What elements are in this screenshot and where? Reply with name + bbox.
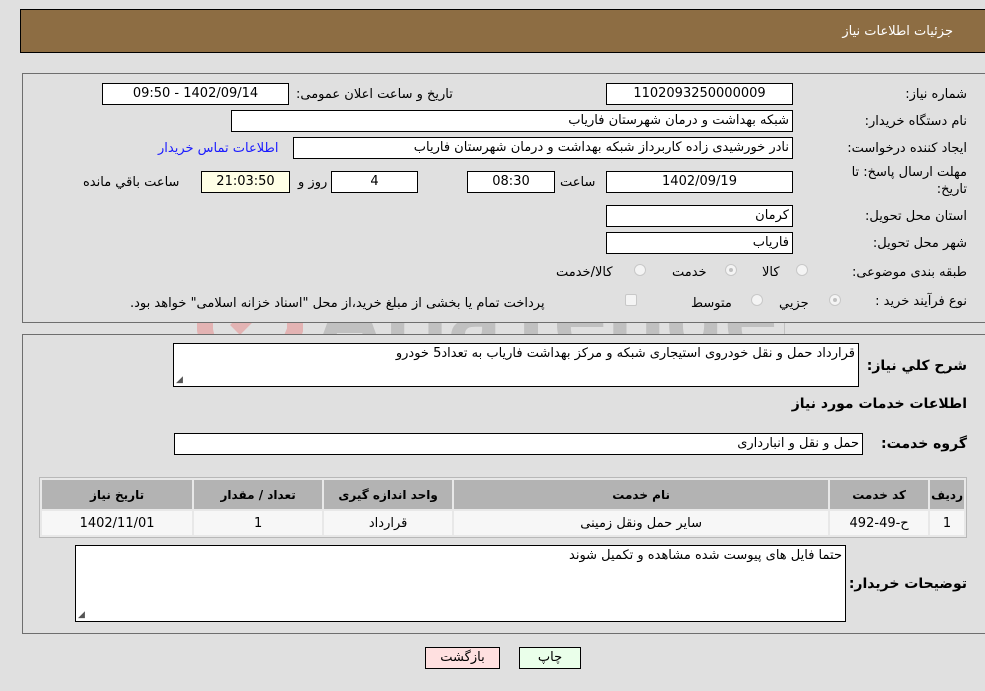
category-label: طبقه بندی موضوعی: [851,265,967,280]
buyer-notes-textarea[interactable]: حتما فایل های پیوست شده مشاهده و تکمیل ش… [75,545,846,622]
col-header-row-number: ردیف [930,480,964,509]
purchase-type-option-minor: جزيي [779,296,809,311]
print-button[interactable]: چاپ [519,647,581,669]
deadline-label-line2: تاریخ: [936,182,967,197]
announce-datetime-label: تاریخ و ساعت اعلان عمومی: [296,87,453,102]
cell-service-name: سایر حمل ونقل زمینی [454,511,829,535]
purchase-type-label: نوع فرآیند خرید : [875,294,967,309]
deadline-date-field: 1402/09/19 [606,171,793,193]
province-field: کرمان [606,205,793,227]
treasury-note: پرداخت تمام یا بخشی از مبلغ خرید،از محل … [130,296,545,311]
purchase-type-radio-minor[interactable] [829,294,841,306]
requester-field: نادر خورشیدی زاده کاربرداز شبکه بهداشت و… [293,137,793,159]
buyer-org-label: نام دستگاه خریدار: [864,114,967,129]
deadline-time-label: ساعت [560,175,596,190]
col-header-need-date: تاریخ نیاز [42,480,193,509]
cell-unit: قرارداد [324,511,453,535]
buyer-contact-link[interactable]: اطلاعات تماس خریدار [158,141,278,156]
buyer-org-field: شبکه بهداشت و درمان شهرستان فاریاب [231,110,793,132]
buyer-notes-label: توضیحات خریدار: [848,576,967,592]
cell-service-code: ح-49-492 [830,511,929,535]
table-header-row: ردیف کد خدمت نام خدمت واحد اندازه گیری ت… [42,480,964,509]
need-number-field: 1102093250000009 [606,83,793,105]
resize-grip-icon[interactable]: ◢ [176,376,183,385]
category-radio-goods[interactable] [796,264,808,276]
treasury-checkbox[interactable] [625,294,637,306]
deadline-time-field: 08:30 [467,171,555,193]
city-field: فاریاب [606,232,793,254]
category-option-goods-service: کالا/خدمت [556,265,613,280]
announce-datetime-field: 1402/09/14 - 09:50 [102,83,289,105]
page-title: جزئیات اطلاعات نیاز [842,24,953,39]
description-label: شرح کلي نیاز: [866,358,967,374]
cell-row-number: 1 [930,511,964,535]
deadline-label-line1: مهلت ارسال پاسخ: تا [851,165,967,180]
buyer-notes-text: حتما فایل های پیوست شده مشاهده و تکمیل ش… [569,548,842,563]
back-button[interactable]: بازگشت [425,647,500,669]
table-row: 1 ح-49-492 سایر حمل ونقل زمینی قرارداد 1… [42,511,964,535]
col-header-service-name: نام خدمت [454,480,829,509]
province-label: استان محل تحویل: [865,209,967,224]
time-remaining-field: 21:03:50 [201,171,290,193]
col-header-quantity: تعداد / مقدار [194,480,323,509]
category-radio-goods-service[interactable] [634,264,646,276]
resize-grip-icon[interactable]: ◢ [78,611,85,620]
category-radio-service[interactable] [725,264,737,276]
service-group-label: گروه خدمت: [881,436,967,452]
days-label: روز و [298,175,328,190]
purchase-type-option-medium: متوسط [691,296,732,311]
services-heading: اطلاعات خدمات مورد نیاز [791,396,967,412]
city-label: شهر محل تحویل: [872,236,967,251]
cell-need-date: 1402/11/01 [42,511,193,535]
col-header-service-code: کد خدمت [830,480,929,509]
need-number-label: شماره نیاز: [905,87,967,102]
category-option-goods: کالا [762,265,780,280]
services-table: ردیف کد خدمت نام خدمت واحد اندازه گیری ت… [39,477,967,538]
time-remaining-label: ساعت باقي مانده [83,175,180,190]
days-remaining-field: 4 [331,171,418,193]
purchase-type-radio-medium[interactable] [751,294,763,306]
description-textarea[interactable]: قرارداد حمل و نقل خودروی استیجاری شبکه و… [173,343,859,387]
description-text: قرارداد حمل و نقل خودروی استیجاری شبکه و… [395,346,855,361]
category-option-service: خدمت [672,265,707,280]
cell-quantity: 1 [194,511,323,535]
page-header: جزئیات اطلاعات نیاز [20,9,985,53]
service-group-field: حمل و نقل و انبارداری [174,433,863,455]
requester-label: ایجاد کننده درخواست: [847,141,967,156]
col-header-unit: واحد اندازه گیری [324,480,453,509]
